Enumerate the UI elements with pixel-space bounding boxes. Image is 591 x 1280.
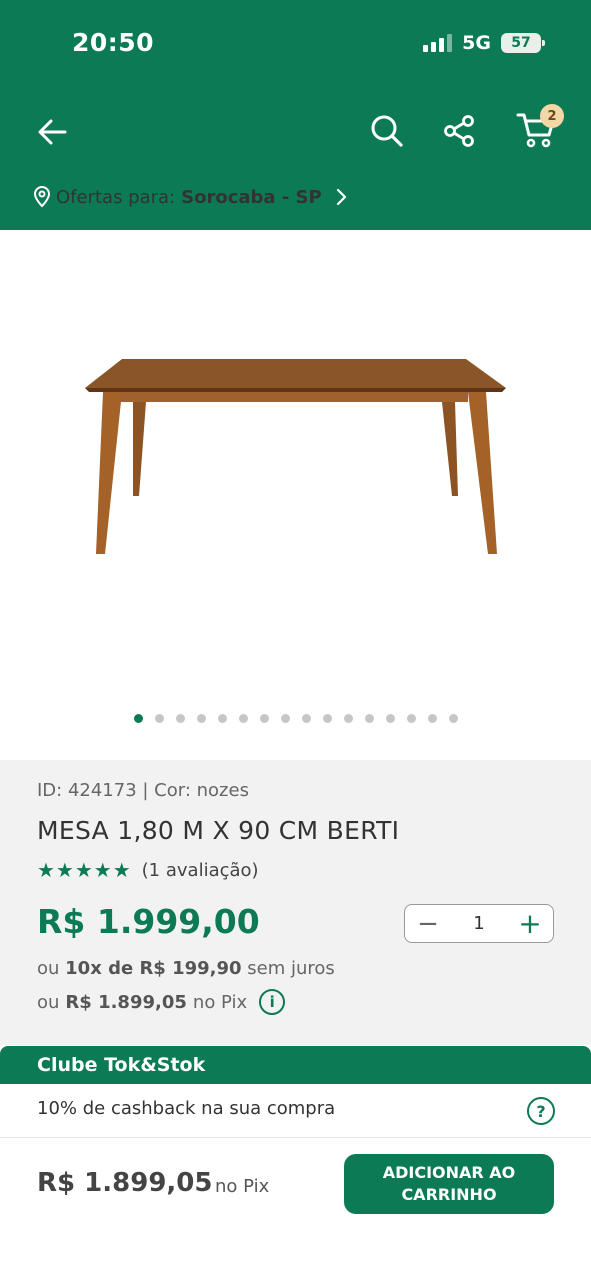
search-icon <box>371 115 403 147</box>
product-id: ID: 424173 | Cor: nozes <box>37 780 249 801</box>
carousel-dot[interactable] <box>217 714 227 723</box>
carousel-dot[interactable] <box>406 714 416 723</box>
carousel-dot[interactable] <box>343 714 353 723</box>
carousel-indicators <box>0 714 591 723</box>
battery-icon: 57 <box>501 33 545 53</box>
installment-prefix: ou <box>37 958 60 979</box>
cashback-text: 10% de cashback na sua compra <box>37 1098 336 1119</box>
bottom-price-suffix: no Pix <box>215 1176 270 1197</box>
pix-price-info: ou R$ 1.899,05 no Pix i <box>37 989 286 1015</box>
increase-quantity-button[interactable]: + <box>517 907 543 940</box>
quantity-value[interactable]: 1 <box>473 913 484 934</box>
decrease-quantity-button[interactable]: − <box>415 909 441 939</box>
product-rating[interactable]: ★★★★★ (1 avaliação) <box>37 858 259 882</box>
carousel-dot[interactable] <box>154 714 164 723</box>
bottom-price: R$ 1.899,05 <box>37 1168 213 1198</box>
rating-count: (1 avaliação) <box>141 859 259 881</box>
location-prefix: Ofertas para: <box>56 186 176 208</box>
product-image <box>85 359 506 554</box>
carousel-dot[interactable] <box>427 714 437 723</box>
chevron-right-icon <box>336 188 346 206</box>
product-image-carousel[interactable] <box>0 230 591 760</box>
carousel-dot[interactable] <box>448 714 458 723</box>
product-price: R$ 1.999,00 <box>37 902 260 941</box>
installment-info: ou 10x de R$ 199,90 sem juros <box>37 958 335 979</box>
club-cashback-row: 10% de cashback na sua compra ? <box>0 1084 591 1138</box>
carousel-dot[interactable] <box>133 714 143 723</box>
pix-suffix: no Pix <box>192 991 248 1013</box>
carousel-dot[interactable] <box>259 714 269 723</box>
info-icon[interactable]: i <box>259 989 286 1015</box>
signal-icon <box>423 34 453 52</box>
pix-prefix: ou <box>37 991 60 1013</box>
location-pin-icon <box>34 186 50 208</box>
rating-stars-icon: ★★★★★ <box>37 858 132 882</box>
carousel-dot[interactable] <box>364 714 374 723</box>
location-selector[interactable]: Ofertas para: Sorocaba - SP <box>34 186 348 208</box>
cart-count-badge: 2 <box>540 104 564 128</box>
installment-value: 10x de R$ 199,90 <box>65 958 242 979</box>
arrow-left-icon <box>38 119 67 145</box>
search-button[interactable] <box>364 108 410 154</box>
share-icon <box>444 115 474 147</box>
pix-value: R$ 1.899,05 <box>65 991 187 1013</box>
share-button[interactable] <box>436 108 482 154</box>
installment-suffix: sem juros <box>247 958 335 979</box>
back-button[interactable] <box>30 110 74 154</box>
carousel-dot[interactable] <box>175 714 185 723</box>
quantity-stepper: − 1 + <box>404 904 554 943</box>
carousel-dot[interactable] <box>238 714 248 723</box>
carousel-dot[interactable] <box>301 714 311 723</box>
carousel-dot[interactable] <box>385 714 395 723</box>
location-city: Sorocaba - SP <box>181 186 322 208</box>
status-indicators: 5G 57 <box>423 32 545 54</box>
carousel-dot[interactable] <box>280 714 290 723</box>
add-to-cart-button[interactable]: ADICIONAR AO CARRINHO <box>344 1154 554 1214</box>
carousel-dot[interactable] <box>196 714 206 723</box>
network-label: 5G <box>462 32 491 54</box>
help-icon[interactable]: ? <box>527 1097 555 1125</box>
product-title: MESA 1,80 M X 90 CM BERTI <box>37 816 400 845</box>
carousel-dot[interactable] <box>322 714 332 723</box>
status-time: 20:50 <box>72 28 155 57</box>
club-title: Clube Tok&Stok <box>0 1046 591 1084</box>
